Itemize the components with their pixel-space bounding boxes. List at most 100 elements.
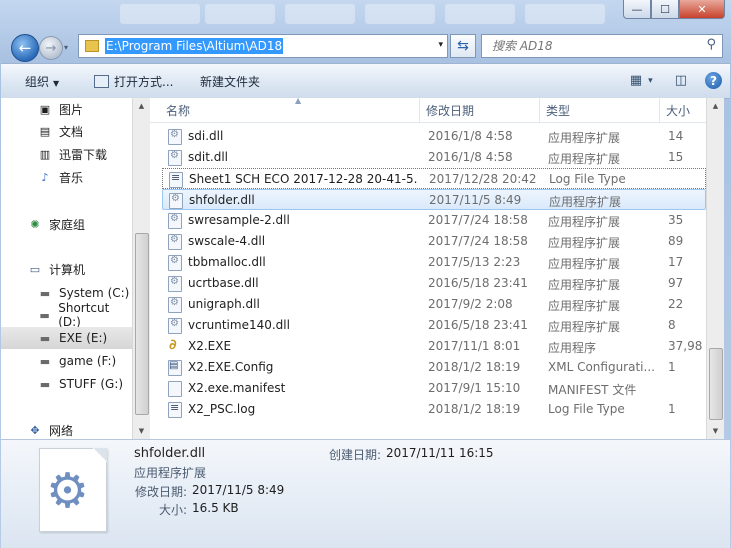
file-name: swscale-4.dll [188, 234, 266, 248]
forward-button[interactable]: → [39, 36, 63, 60]
file-row[interactable]: Sheet1 SCH ECO 2017-12-28 20-41-5... 201… [162, 168, 706, 189]
close-button[interactable]: ✕ [679, 0, 725, 19]
address-path[interactable]: E:\Program Files\Altium\AD18 [105, 38, 284, 54]
dll-file-icon [168, 318, 182, 334]
file-list-scrollbar[interactable]: ▲ ▼ [706, 98, 724, 439]
address-dropdown-icon[interactable]: ▾ [438, 40, 443, 50]
file-type: 应用程序扩展 [548, 215, 621, 229]
file-size: 8 [668, 318, 676, 332]
file-row[interactable]: X2.exe.manifest 2017/9/1 15:10 MANIFEST … [162, 378, 706, 399]
scrollbar-thumb[interactable] [135, 233, 149, 415]
file-row[interactable]: tbbmalloc.dll 2017/5/13 2:23 应用程序扩展 17 [162, 252, 706, 273]
search-input[interactable] [490, 38, 694, 54]
file-type: 应用程序扩展 [549, 195, 622, 209]
drive-icon: ▬ [39, 354, 51, 368]
navigation-scrollbar[interactable]: ▲ ▼ [132, 98, 150, 439]
sidebar-item-pictures[interactable]: ▣ 图片 [1, 98, 132, 120]
recent-pages-arrow-icon[interactable]: ▾ [64, 43, 68, 52]
sidebar-item-network[interactable]: ✥ 网络 [1, 419, 132, 439]
gear-icon: ⚙ [46, 463, 90, 519]
column-header-date[interactable]: 修改日期 [420, 98, 540, 122]
file-row-selected[interactable]: shfolder.dll 2017/11/5 8:49 应用程序扩展 [162, 189, 706, 210]
file-row[interactable]: X2.EXE 2017/11/1 8:01 应用程序 37,98 [162, 336, 706, 357]
file-row[interactable]: ucrtbase.dll 2016/5/18 23:41 应用程序扩展 97 [162, 273, 706, 294]
organize-button[interactable]: 组织 ▼ [25, 73, 59, 90]
sidebar-item-label: 家庭组 [49, 217, 86, 232]
address-bar[interactable]: E:\Program Files\Altium\AD18 ▾ [78, 34, 448, 58]
maximize-button[interactable]: ☐ [651, 0, 679, 19]
back-button[interactable]: ← [11, 34, 39, 62]
sidebar-item-drive-f[interactable]: ▬ game (F:) [1, 350, 132, 372]
column-name-label: 名称 [166, 103, 191, 118]
file-type: 应用程序扩展 [548, 257, 621, 271]
details-size-value: 16.5 KB [192, 501, 239, 515]
help-icon[interactable]: ? [705, 72, 722, 89]
sidebar-item-drive-d[interactable]: ▬ Shortcut (D:) [1, 301, 132, 329]
file-list: 名称 ▲ 修改日期 类型 大小 sdi.dll 2016/1/8 4:58 应用… [150, 98, 706, 439]
view-options-arrow-icon[interactable]: ▾ [648, 76, 653, 86]
details-size-label: 大小: [159, 503, 188, 517]
file-row[interactable]: sdit.dll 2016/1/8 4:58 应用程序扩展 15 [162, 147, 706, 168]
search-box[interactable]: ⚲ [481, 34, 723, 58]
sidebar-item-drive-g[interactable]: ▬ STUFF (G:) [1, 373, 132, 395]
file-type: 应用程序扩展 [548, 152, 621, 166]
minimize-button[interactable]: — [623, 0, 651, 19]
open-with-button[interactable]: 打开方式... [94, 73, 173, 90]
column-header-row: 名称 ▲ 修改日期 类型 大小 [150, 98, 706, 123]
column-header-type[interactable]: 类型 [540, 98, 660, 122]
file-name: shfolder.dll [189, 193, 255, 207]
sidebar-item-label: game (F:) [59, 354, 117, 368]
scroll-down-icon[interactable]: ▼ [133, 423, 150, 439]
scroll-up-icon[interactable]: ▲ [707, 98, 724, 114]
file-size: 17 [668, 255, 684, 269]
preview-pane-icon[interactable]: ◫ [675, 73, 687, 88]
file-date: 2016/5/18 23:41 [428, 276, 528, 290]
sidebar-item-label: 音乐 [59, 170, 84, 185]
file-date: 2018/1/2 18:19 [428, 360, 521, 374]
dll-file-icon [168, 129, 182, 145]
titlebar-ghost-4 [365, 4, 435, 24]
downloads-icon: ▥ [39, 147, 51, 161]
file-date: 2016/1/8 4:58 [428, 150, 513, 164]
change-view-icon[interactable]: ▦ [630, 73, 642, 88]
sidebar-item-documents[interactable]: ▤ 文档 [1, 120, 132, 142]
scroll-up-icon[interactable]: ▲ [133, 98, 150, 114]
drive-icon: ▬ [39, 308, 50, 322]
details-modified-value: 2017/11/5 8:49 [192, 483, 285, 497]
column-header-name[interactable]: 名称 ▲ [160, 98, 420, 122]
file-size: 14 [668, 129, 684, 143]
dll-file-icon [168, 297, 182, 313]
file-type: 应用程序扩展 [548, 278, 621, 292]
file-row[interactable]: vcruntime140.dll 2016/5/18 23:41 应用程序扩展 … [162, 315, 706, 336]
file-date: 2017/5/13 2:23 [428, 255, 521, 269]
file-row[interactable]: swresample-2.dll 2017/7/24 18:58 应用程序扩展 … [162, 210, 706, 231]
file-row[interactable]: swscale-4.dll 2017/7/24 18:58 应用程序扩展 89 [162, 231, 706, 252]
sidebar-item-label: STUFF (G:) [59, 377, 124, 391]
details-filetype: 应用程序扩展 [134, 466, 207, 480]
scroll-down-icon[interactable]: ▼ [707, 423, 724, 439]
new-folder-button[interactable]: 新建文件夹 [200, 73, 260, 90]
titlebar-ghost-5 [445, 4, 515, 24]
file-size: 1 [668, 360, 676, 374]
xml-file-icon [168, 360, 182, 376]
sidebar-item-thunder-downloads[interactable]: ▥ 迅雷下载 [1, 143, 132, 165]
file-type: Log File Type [549, 172, 626, 186]
file-name: ucrtbase.dll [188, 276, 259, 290]
search-icon[interactable]: ⚲ [706, 37, 716, 52]
column-header-size[interactable]: 大小 [660, 98, 706, 122]
refresh-button[interactable]: ⇆ [450, 34, 476, 58]
sidebar-item-music[interactable]: ♪ 音乐 [1, 166, 132, 188]
sidebar-item-computer[interactable]: ▭ 计算机 [1, 258, 132, 280]
file-size: 1 [668, 402, 676, 416]
file-row[interactable]: X2_PSC.log 2018/1/2 18:19 Log File Type … [162, 399, 706, 420]
sidebar-item-drive-e[interactable]: ▬ EXE (E:) [1, 327, 132, 349]
file-type: 应用程序扩展 [548, 320, 621, 334]
sidebar-item-homegroup[interactable]: ✺ 家庭组 [1, 213, 132, 235]
file-row[interactable]: unigraph.dll 2017/9/2 2:08 应用程序扩展 22 [162, 294, 706, 315]
details-created-value: 2017/11/11 16:15 [386, 446, 494, 460]
scrollbar-thumb[interactable] [709, 348, 723, 420]
file-row[interactable]: sdi.dll 2016/1/8 4:58 应用程序扩展 14 [162, 126, 706, 147]
file-size: 37,98 [668, 339, 703, 353]
file-type: XML Configurati... [548, 360, 655, 374]
file-row[interactable]: X2.EXE.Config 2018/1/2 18:19 XML Configu… [162, 357, 706, 378]
